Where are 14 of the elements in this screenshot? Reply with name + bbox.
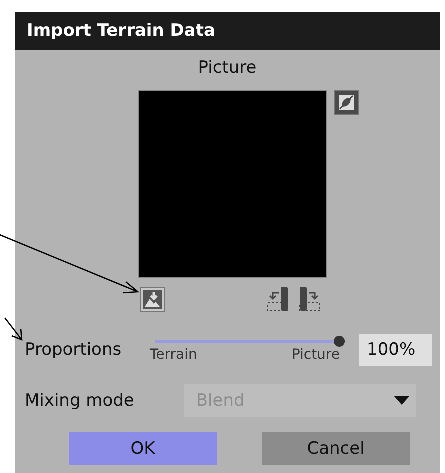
slider-min-label: Terrain <box>150 347 198 363</box>
picture-caption: Picture <box>198 58 257 78</box>
proportions-label: Proportions <box>25 340 123 360</box>
dropdown-caret-icon <box>394 396 410 405</box>
annotation-arrow <box>4 317 23 341</box>
cancel-button[interactable]: Cancel <box>262 432 410 465</box>
slider-max-label: Picture <box>292 347 340 363</box>
ok-button[interactable]: OK <box>69 432 217 465</box>
mixing-mode-label: Mixing mode <box>25 390 134 410</box>
import-image-icon[interactable] <box>140 286 165 312</box>
value-field[interactable]: 100% <box>359 334 432 366</box>
clear-icon[interactable] <box>334 90 359 115</box>
window-title: Import Terrain Data <box>27 21 216 41</box>
slider-thumb[interactable] <box>334 336 345 347</box>
